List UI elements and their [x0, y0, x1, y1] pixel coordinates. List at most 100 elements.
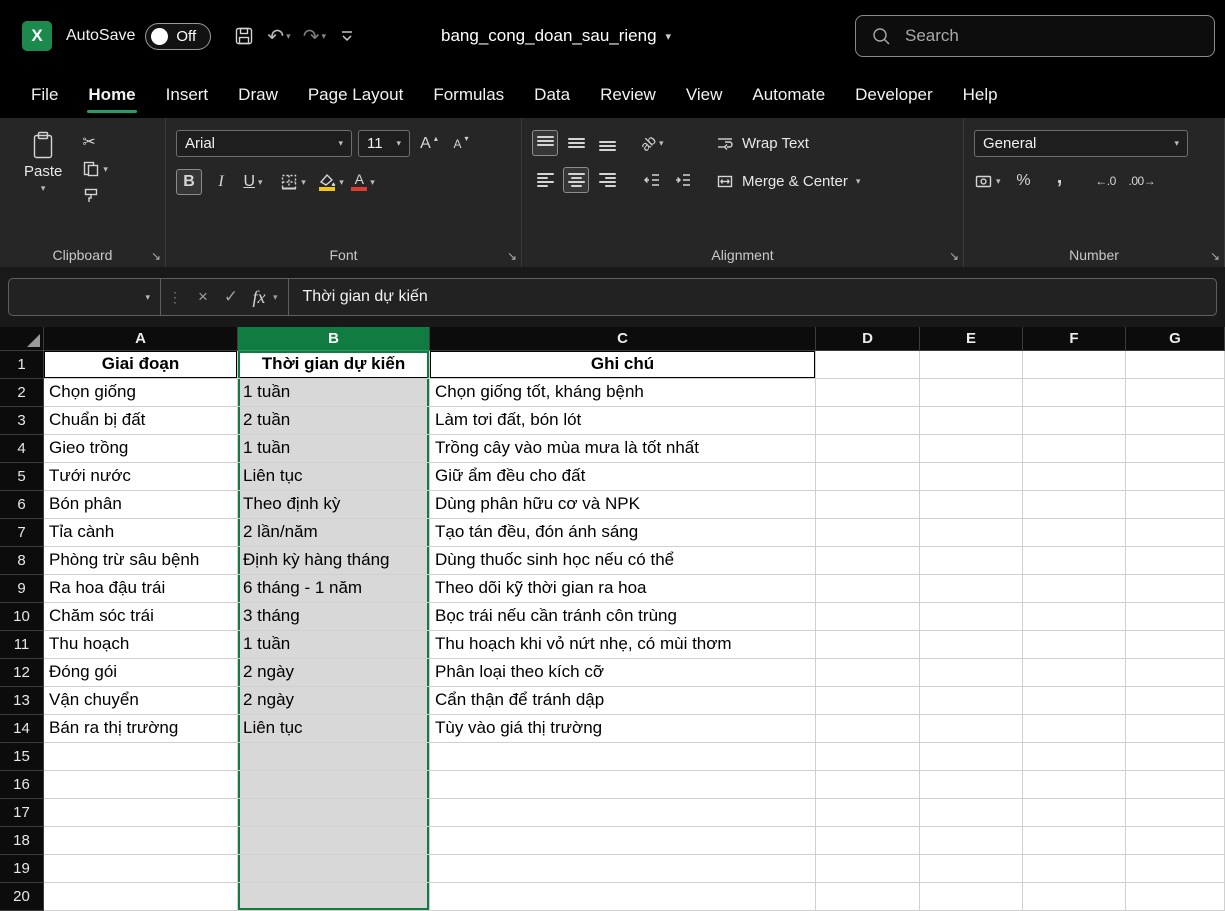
row-header-2[interactable]: 2 — [0, 379, 44, 407]
cell-A20[interactable] — [44, 883, 238, 911]
cell-G18[interactable] — [1126, 827, 1225, 855]
cell-F11[interactable] — [1023, 631, 1126, 659]
cell-A6[interactable]: Bón phân — [44, 491, 238, 519]
cell-G16[interactable] — [1126, 771, 1225, 799]
cell-F13[interactable] — [1023, 687, 1126, 715]
cell-C19[interactable] — [430, 855, 816, 883]
cell-G11[interactable] — [1126, 631, 1225, 659]
cell-D16[interactable] — [816, 771, 920, 799]
cell-G15[interactable] — [1126, 743, 1225, 771]
cell-B6[interactable]: Theo định kỳ — [238, 491, 430, 519]
cell-E18[interactable] — [920, 827, 1023, 855]
formula-input[interactable]: Thời gian dự kiến — [293, 288, 428, 306]
decrease-decimal-button[interactable]: .00→ — [1129, 168, 1156, 194]
cell-B11[interactable]: 1 tuần — [238, 631, 430, 659]
cell-G14[interactable] — [1126, 715, 1225, 743]
cell-B15[interactable] — [238, 743, 430, 771]
cell-B2[interactable]: 1 tuần — [238, 379, 430, 407]
row-header-3[interactable]: 3 — [0, 407, 44, 435]
font-size-select[interactable]: 11 ▾ — [358, 130, 410, 157]
cell-G7[interactable] — [1126, 519, 1225, 547]
align-left-button[interactable] — [532, 167, 558, 193]
row-header-13[interactable]: 13 — [0, 687, 44, 715]
cell-A5[interactable]: Tưới nước — [44, 463, 238, 491]
cell-E14[interactable] — [920, 715, 1023, 743]
tab-help[interactable]: Help — [948, 72, 1013, 118]
cell-F9[interactable] — [1023, 575, 1126, 603]
cell-B19[interactable] — [238, 855, 430, 883]
percent-style-button[interactable]: % — [1011, 168, 1037, 194]
cell-C2[interactable]: Chọn giống tốt, kháng bệnh — [430, 379, 816, 407]
formula-bar-drag-handle[interactable]: ⋮ — [168, 289, 182, 306]
cell-G2[interactable] — [1126, 379, 1225, 407]
cell-C1[interactable]: Ghi chú — [430, 351, 816, 379]
cell-A11[interactable]: Thu hoạch — [44, 631, 238, 659]
cell-F16[interactable] — [1023, 771, 1126, 799]
cell-F6[interactable] — [1023, 491, 1126, 519]
cell-C20[interactable] — [430, 883, 816, 911]
cell-B9[interactable]: 6 tháng - 1 năm — [238, 575, 430, 603]
row-header-19[interactable]: 19 — [0, 855, 44, 883]
cell-B8[interactable]: Định kỳ hàng tháng — [238, 547, 430, 575]
cell-G17[interactable] — [1126, 799, 1225, 827]
cell-A13[interactable]: Vận chuyển — [44, 687, 238, 715]
cell-C4[interactable]: Trồng cây vào mùa mưa là tốt nhất — [430, 435, 816, 463]
chevron-down-icon[interactable]: ▾ — [273, 292, 278, 303]
cell-D2[interactable] — [816, 379, 920, 407]
cell-G12[interactable] — [1126, 659, 1225, 687]
cell-F10[interactable] — [1023, 603, 1126, 631]
cell-B4[interactable]: 1 tuần — [238, 435, 430, 463]
cell-G19[interactable] — [1126, 855, 1225, 883]
cell-E9[interactable] — [920, 575, 1023, 603]
column-header-d[interactable]: D — [816, 327, 920, 351]
number-dialog-launcher-icon[interactable]: ↘ — [1210, 250, 1220, 262]
borders-button[interactable]: ▾ — [280, 169, 306, 195]
search-input[interactable]: Search — [855, 15, 1215, 57]
tab-review[interactable]: Review — [585, 72, 671, 118]
format-painter-button[interactable] — [82, 186, 108, 206]
cell-C10[interactable]: Bọc trái nếu cần tránh côn trùng — [430, 603, 816, 631]
cell-D9[interactable] — [816, 575, 920, 603]
cell-G4[interactable] — [1126, 435, 1225, 463]
font-dialog-launcher-icon[interactable]: ↘ — [507, 250, 517, 262]
cell-B7[interactable]: 2 lần/năm — [238, 519, 430, 547]
tab-file[interactable]: File — [16, 72, 73, 118]
cell-E17[interactable] — [920, 799, 1023, 827]
tab-automate[interactable]: Automate — [737, 72, 840, 118]
cell-G6[interactable] — [1126, 491, 1225, 519]
cell-E13[interactable] — [920, 687, 1023, 715]
cell-E5[interactable] — [920, 463, 1023, 491]
cell-E1[interactable] — [920, 351, 1023, 379]
cell-C5[interactable]: Giữ ẩm đều cho đất — [430, 463, 816, 491]
cell-E3[interactable] — [920, 407, 1023, 435]
middle-align-button[interactable] — [563, 130, 589, 156]
column-header-c[interactable]: C — [430, 327, 816, 351]
cell-E7[interactable] — [920, 519, 1023, 547]
cell-B5[interactable]: Liên tục — [238, 463, 430, 491]
cell-C3[interactable]: Làm tơi đất, bón lót — [430, 407, 816, 435]
align-center-button[interactable] — [563, 167, 589, 193]
cell-B20[interactable] — [238, 883, 430, 911]
cell-A18[interactable] — [44, 827, 238, 855]
row-header-8[interactable]: 8 — [0, 547, 44, 575]
cell-A1[interactable]: Giai đoạn — [44, 351, 238, 379]
cell-G8[interactable] — [1126, 547, 1225, 575]
tab-view[interactable]: View — [671, 72, 738, 118]
row-header-12[interactable]: 12 — [0, 659, 44, 687]
cell-D8[interactable] — [816, 547, 920, 575]
cell-E11[interactable] — [920, 631, 1023, 659]
document-title[interactable]: bang_cong_doan_sau_rieng ▾ — [441, 0, 671, 72]
column-header-e[interactable]: E — [920, 327, 1023, 351]
cell-B17[interactable] — [238, 799, 430, 827]
row-header-7[interactable]: 7 — [0, 519, 44, 547]
cell-G3[interactable] — [1126, 407, 1225, 435]
row-header-16[interactable]: 16 — [0, 771, 44, 799]
cell-E6[interactable] — [920, 491, 1023, 519]
row-header-9[interactable]: 9 — [0, 575, 44, 603]
cell-A10[interactable]: Chăm sóc trái — [44, 603, 238, 631]
cell-F14[interactable] — [1023, 715, 1126, 743]
insert-function-button[interactable]: fx — [245, 287, 273, 308]
orientation-button[interactable]: ab ▾ — [639, 130, 665, 156]
tab-developer[interactable]: Developer — [840, 72, 948, 118]
select-all-button[interactable] — [0, 327, 44, 351]
